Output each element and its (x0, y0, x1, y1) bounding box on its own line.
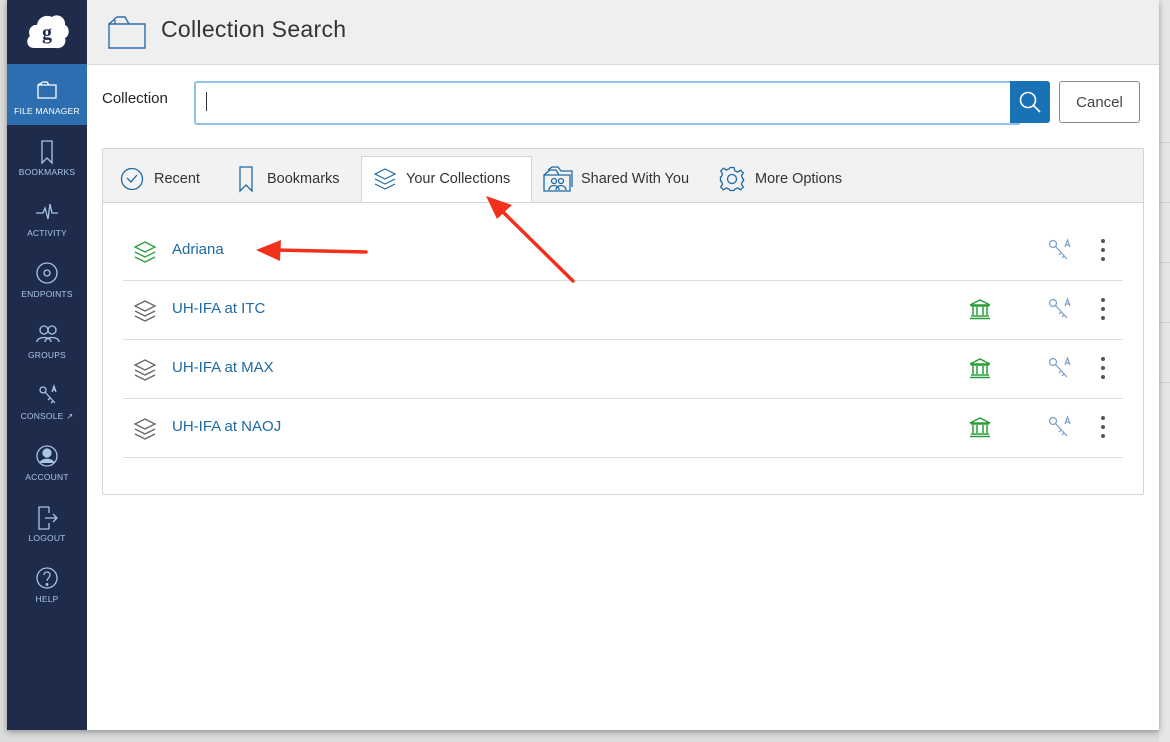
sidebar-item-groups[interactable]: GROUPS (7, 308, 87, 369)
globus-logo[interactable]: g (7, 0, 87, 64)
sidebar-item-logout[interactable]: LOGOUT (7, 491, 87, 552)
tab-bar: Recent Bookmarks Your Collections Shared… (103, 149, 1143, 203)
tab-label: Shared With You (581, 171, 690, 187)
endpoints-icon (36, 262, 58, 284)
gear-icon (719, 166, 745, 192)
collection-row: UH-IFA at MAX (123, 339, 1123, 399)
more-options-icon[interactable] (1096, 237, 1110, 263)
folder-icon (108, 16, 146, 49)
collection-link[interactable]: UH-IFA at MAX (172, 359, 274, 376)
text-cursor (206, 92, 207, 111)
tab-label: Your Collections (406, 171, 511, 187)
more-options-icon[interactable] (1096, 296, 1110, 322)
page-title: Collection Search (161, 16, 347, 42)
bookmark-icon (239, 166, 253, 193)
layers-icon (133, 241, 157, 263)
sidebar-item-account[interactable]: ACCOUNT (7, 430, 87, 491)
collection-label: Collection (102, 90, 168, 107)
account-icon (36, 445, 58, 467)
credentials-icon[interactable] (1046, 296, 1074, 322)
logout-icon (38, 506, 58, 530)
more-options-icon[interactable] (1096, 414, 1110, 440)
tab-shared-with-you[interactable]: Shared With You (535, 149, 695, 202)
sidebar-item-label: HELP (35, 594, 59, 604)
sidebar-item-endpoints[interactable]: ENDPOINTS (7, 247, 87, 308)
sidebar-item-label: BOOKMARKS (18, 167, 76, 177)
sidebar-item-label: ACCOUNT (25, 472, 69, 482)
collection-link[interactable]: UH-IFA at ITC (172, 300, 265, 317)
sidebar: g FILE MANAGER BOOKMARKS ACTIVITY ENDPOI… (7, 0, 87, 730)
tab-label: Recent (154, 171, 200, 187)
tab-recent[interactable]: Recent (103, 149, 218, 202)
sidebar-item-file-manager[interactable]: FILE MANAGER (7, 64, 87, 125)
layers-icon (133, 359, 157, 381)
sidebar-item-label: ACTIVITY (27, 228, 67, 238)
institution-icon (969, 417, 991, 438)
layers-icon (133, 418, 157, 440)
sidebar-item-label: GROUPS (27, 350, 67, 360)
credentials-icon[interactable] (1046, 355, 1074, 381)
tab-label: Bookmarks (267, 171, 340, 187)
tab-bookmarks[interactable]: Bookmarks (223, 149, 358, 202)
tab-more-options[interactable]: More Options (708, 149, 858, 202)
credentials-icon[interactable] (1046, 414, 1074, 440)
collection-link[interactable]: UH-IFA at NAOJ (172, 418, 281, 435)
tab-label: More Options (755, 171, 843, 187)
sidebar-item-label: ENDPOINTS (21, 289, 73, 299)
collection-link[interactable]: Adriana (172, 241, 224, 258)
sidebar-item-help[interactable]: HELP (7, 552, 87, 613)
search-button[interactable] (1010, 81, 1050, 123)
credentials-icon[interactable] (1046, 237, 1074, 263)
sidebar-item-bookmarks[interactable]: BOOKMARKS (7, 125, 87, 186)
collections-panel: Recent Bookmarks Your Collections Shared… (102, 148, 1144, 495)
external-link-icon: ↗ (66, 411, 74, 421)
collection-row: UH-IFA at ITC (123, 280, 1123, 340)
collection-row: UH-IFA at NAOJ (123, 398, 1123, 458)
shared-icon (543, 166, 573, 192)
page-header: Collection Search (87, 0, 1159, 65)
app-window: g FILE MANAGER BOOKMARKS ACTIVITY ENDPOI… (7, 0, 1159, 730)
background-window (1159, 0, 1170, 742)
collection-search-input[interactable] (194, 81, 1020, 125)
institution-icon (969, 299, 991, 320)
sidebar-item-activity[interactable]: ACTIVITY (7, 186, 87, 247)
groups-icon (36, 325, 60, 343)
bookmark-icon (41, 140, 53, 165)
cancel-button[interactable]: Cancel (1059, 81, 1140, 123)
search-icon (1019, 91, 1041, 113)
help-icon (36, 567, 58, 589)
sidebar-item-console[interactable]: CONSOLE ↗ (7, 369, 87, 430)
layers-icon (133, 300, 157, 322)
activity-icon (36, 203, 58, 220)
sidebar-item-label: LOGOUT (28, 533, 66, 543)
file-manager-icon (37, 81, 57, 99)
more-options-icon[interactable] (1096, 355, 1110, 381)
clock-icon (120, 167, 144, 191)
layers-icon (373, 168, 397, 190)
tab-your-collections[interactable]: Your Collections (361, 156, 532, 202)
console-icon (39, 383, 57, 404)
collection-row: Adriana (123, 221, 1123, 281)
sidebar-item-label: FILE MANAGER (14, 106, 80, 116)
institution-icon (969, 358, 991, 379)
sidebar-item-label: CONSOLE (20, 411, 64, 421)
svg-text:g: g (42, 22, 52, 44)
